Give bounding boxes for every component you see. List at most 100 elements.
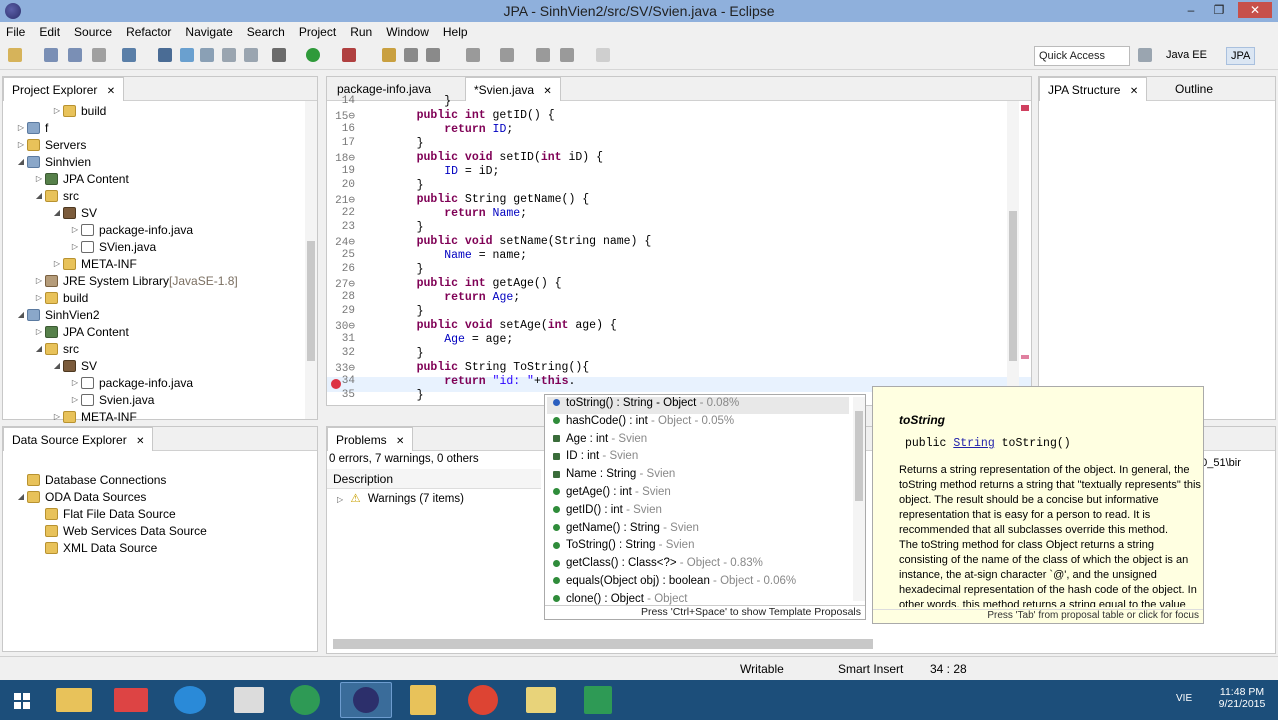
tree-item[interactable]: ▷ JPA Content bbox=[33, 323, 129, 340]
mark-occurrences-icon[interactable] bbox=[180, 48, 194, 62]
tree-item[interactable]: ▷ META-INF bbox=[51, 255, 137, 272]
expand-toggle-icon[interactable]: ▷ bbox=[15, 140, 27, 149]
tab-svien[interactable]: *Svien.java ✕ bbox=[465, 77, 561, 101]
debug-icon[interactable] bbox=[272, 48, 286, 62]
open-type-icon[interactable] bbox=[122, 48, 136, 62]
open-perspective-icon[interactable] bbox=[1138, 48, 1152, 62]
code-line[interactable]: } bbox=[389, 95, 451, 108]
proposal-item[interactable]: Name : String - Svien bbox=[553, 468, 675, 485]
expand-toggle-icon[interactable]: ▷ bbox=[51, 106, 63, 115]
new-package-icon[interactable] bbox=[404, 48, 418, 62]
code-line[interactable]: public void setName(String name) { bbox=[389, 235, 652, 248]
tree-item[interactable]: ▷ Svien.java bbox=[69, 391, 154, 408]
code-line[interactable]: public int getID() { bbox=[389, 109, 555, 122]
expand-icon[interactable]: ▷ bbox=[337, 495, 343, 504]
code-line[interactable]: } bbox=[389, 389, 424, 402]
expand-toggle-icon[interactable]: ▷ bbox=[33, 327, 45, 336]
data-source-item[interactable]: XML Data Source bbox=[33, 539, 157, 556]
perspective-javaee[interactable]: Java EE bbox=[1162, 47, 1211, 65]
code-line[interactable]: ID = iD; bbox=[389, 165, 499, 178]
close-icon[interactable]: ✕ bbox=[543, 86, 551, 97]
code-line[interactable]: return Name; bbox=[389, 207, 527, 220]
menu-navigate[interactable]: Navigate bbox=[185, 25, 232, 39]
content-assist-popup[interactable]: toString() : String - Object - 0.08% hash… bbox=[544, 394, 866, 620]
expand-toggle-icon[interactable]: ▷ bbox=[69, 378, 81, 387]
forward-icon[interactable] bbox=[596, 48, 610, 62]
code-line[interactable]: public String getName() { bbox=[389, 193, 590, 206]
doc-signature-link[interactable]: String bbox=[953, 437, 994, 450]
next-annotation-icon[interactable] bbox=[466, 48, 480, 62]
last-edit-location-icon[interactable] bbox=[536, 48, 550, 62]
code-line[interactable]: public void setAge(int age) { bbox=[389, 319, 617, 332]
close-icon[interactable]: ✕ bbox=[1130, 86, 1138, 97]
tree-item[interactable]: ◢ src bbox=[33, 340, 79, 357]
editor-scrollbar[interactable] bbox=[1007, 101, 1019, 401]
proposal-item[interactable]: getAge() : int - Svien bbox=[553, 486, 671, 503]
problems-hscroll-thumb[interactable] bbox=[333, 639, 873, 649]
code-line[interactable]: Name = name; bbox=[389, 249, 527, 262]
notepad-icon[interactable] bbox=[234, 687, 264, 713]
tree-item[interactable]: ▷ build bbox=[51, 102, 106, 119]
expand-toggle-icon[interactable]: ◢ bbox=[51, 361, 63, 370]
menu-refactor[interactable]: Refactor bbox=[126, 25, 171, 39]
code-line[interactable]: return ID; bbox=[389, 123, 513, 136]
data-source-item[interactable]: Web Services Data Source bbox=[33, 522, 207, 539]
code-line[interactable]: public void setID(int iD) { bbox=[389, 151, 603, 164]
print-icon[interactable] bbox=[92, 48, 106, 62]
close-icon[interactable]: ✕ bbox=[107, 86, 115, 97]
code-line[interactable]: return "id: "+this. bbox=[389, 375, 575, 388]
expand-toggle-icon[interactable]: ▷ bbox=[15, 123, 27, 132]
run-tools-icon[interactable] bbox=[342, 48, 356, 62]
tab-data-source-explorer[interactable]: Data Source Explorer ✕ bbox=[3, 427, 154, 451]
code-line[interactable]: } bbox=[389, 137, 424, 150]
expand-toggle-icon[interactable]: ◢ bbox=[51, 208, 63, 217]
maximize-button[interactable]: ❐ bbox=[1208, 2, 1230, 18]
new-icon[interactable] bbox=[8, 48, 22, 62]
menu-project[interactable]: Project bbox=[299, 25, 336, 39]
javadoc-popup[interactable]: toString public String toString() Return… bbox=[872, 386, 1204, 624]
expand-toggle-icon[interactable]: ▷ bbox=[33, 276, 45, 285]
code-line[interactable]: public String ToString(){ bbox=[389, 361, 590, 374]
proposal-item[interactable]: equals(Object obj) : boolean - Object - … bbox=[553, 575, 796, 592]
menu-window[interactable]: Window bbox=[386, 25, 429, 39]
expand-toggle-icon[interactable]: ▷ bbox=[69, 395, 81, 404]
tab-outline[interactable]: Outline bbox=[1167, 77, 1221, 101]
show-whitespace-icon[interactable] bbox=[222, 48, 236, 62]
quick-access-field[interactable]: Quick Access bbox=[1034, 46, 1130, 66]
expand-toggle-icon[interactable]: ◢ bbox=[33, 191, 45, 200]
proposal-item[interactable]: ToString() : String - Svien bbox=[553, 539, 694, 556]
language-indicator[interactable]: VIE bbox=[1176, 693, 1192, 704]
block-selection-icon[interactable] bbox=[200, 48, 214, 62]
tree-item[interactable]: ▷ build bbox=[33, 289, 88, 306]
minimize-button[interactable]: – bbox=[1180, 2, 1202, 18]
back-icon[interactable] bbox=[560, 48, 574, 62]
proposal-item[interactable]: getID() : int - Svien bbox=[553, 504, 662, 521]
clock[interactable]: 11:48 PM 9/21/2015 bbox=[1212, 686, 1272, 710]
proposal-scroll-thumb[interactable] bbox=[855, 411, 863, 501]
expand-toggle-icon[interactable]: ◢ bbox=[15, 157, 27, 166]
expand-toggle-icon[interactable]: ▷ bbox=[33, 174, 45, 183]
new-java-project-icon[interactable] bbox=[382, 48, 396, 62]
expand-toggle-icon[interactable]: ◢ bbox=[33, 344, 45, 353]
tab-jpa-structure[interactable]: JPA Structure ✕ bbox=[1039, 77, 1148, 101]
save-all-icon[interactable] bbox=[68, 48, 82, 62]
code-line[interactable]: } bbox=[389, 347, 424, 360]
code-line[interactable]: } bbox=[389, 263, 424, 276]
tree-item[interactable]: ◢ SV bbox=[51, 357, 97, 374]
proposal-item[interactable]: getClass() : Class<?> - Object - 0.83% bbox=[553, 557, 763, 574]
file-explorer-icon[interactable] bbox=[56, 688, 92, 712]
tree-item[interactable]: ▷ f bbox=[15, 119, 48, 136]
toggle-breadcrumb-icon[interactable] bbox=[158, 48, 172, 62]
word-wrap-icon[interactable] bbox=[244, 48, 258, 62]
editor-scroll-thumb[interactable] bbox=[1009, 211, 1017, 361]
prev-annotation-icon[interactable] bbox=[500, 48, 514, 62]
warning-overview-marker[interactable] bbox=[1021, 355, 1029, 359]
expand-toggle-icon[interactable]: ◢ bbox=[15, 310, 27, 319]
code-line[interactable]: return Age; bbox=[389, 291, 520, 304]
tree-item[interactable]: ▷ package-info.java bbox=[69, 221, 193, 238]
expand-toggle-icon[interactable]: ▷ bbox=[69, 242, 81, 251]
code-line[interactable]: Age = age; bbox=[389, 333, 513, 346]
new-class-icon[interactable] bbox=[426, 48, 440, 62]
tree-item[interactable]: ▷ JPA Content bbox=[33, 170, 129, 187]
proposal-item[interactable]: toString() : String - Object - 0.08% bbox=[547, 397, 849, 414]
